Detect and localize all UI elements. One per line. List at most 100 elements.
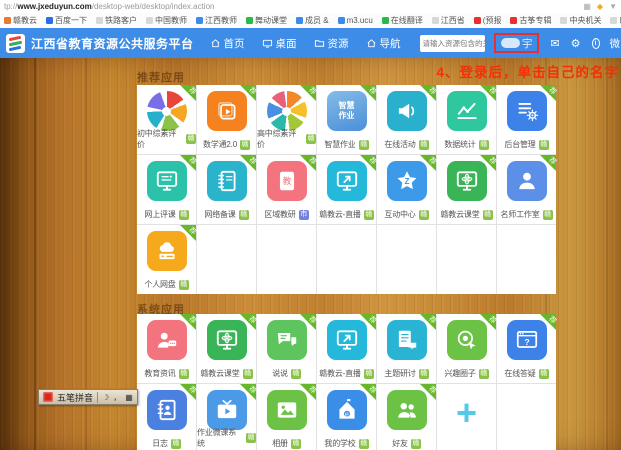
bookmark-item[interactable]: (预报 [474,15,502,26]
empty-cell [497,225,556,294]
bookmark-item[interactable]: 舞动课堂 [246,15,287,26]
search-input[interactable] [420,36,485,51]
scope-badge: 赣 [483,210,493,220]
bookmark-item[interactable]: 江西教师 [196,15,237,26]
app-tile-相册[interactable]: 荐相册赣 [257,384,316,450]
bookmark-item[interactable]: 中央机关 [560,15,601,26]
app-tile-赣教云课堂[interactable]: 荐赣教云课堂赣 [197,314,256,383]
bookmark-favicon-icon [610,17,617,24]
app-tile-名师工作室[interactable]: 荐名师工作室赣 [497,155,556,224]
app-tile-教育资讯[interactable]: 荐教育资讯赣 [137,314,196,383]
app-tile-日志[interactable]: 荐日志赣 [137,384,196,450]
app-tile-说说[interactable]: 荐说说赣 [257,314,316,383]
scope-badge: 市 [299,210,309,220]
app-tile-赣教云-直播[interactable]: 荐赣教云-直播赣 [317,155,376,224]
app-tile-个人网盘[interactable]: 荐个人网盘赣 [137,225,196,294]
ime-logo-icon[interactable] [43,392,53,402]
app-tile-高中综素评价[interactable]: 荐高中综素评价赣 [257,85,316,154]
recommend-ribbon: 荐 [180,314,196,330]
flash-icon[interactable]: ◆ [597,2,603,11]
scope-badge: 赣 [186,134,196,144]
app-tile-数据统计[interactable]: 荐数据统计赣 [437,85,496,154]
user-name-button[interactable]: 宇 [494,33,540,53]
recommend-ribbon: 荐 [360,85,376,101]
wood-seam [34,58,36,450]
recommend-ribbon: 荐 [300,384,316,400]
bookmark-item[interactable]: 江西省 [432,15,465,26]
scope-badge: 赣 [359,439,369,449]
app-tile-智慧作业[interactable]: 荐智慧作业智慧作业赣 [317,85,376,154]
nav-home[interactable]: 首页 [210,36,245,51]
ime-mode-label[interactable]: 五笔拼音 [57,391,93,404]
bookmark-item[interactable]: m3.ucu [338,16,373,25]
app-label: 网络备课赣 [197,209,256,220]
add-app-button[interactable]: + [437,384,496,450]
app-tile-互动中心[interactable]: 荐Z互动中心赣 [377,155,436,224]
plus-icon: + [437,390,496,436]
recommend-ribbon: 荐 [240,155,256,171]
platform-header: 江西省教育资源公共服务平台 首页 桌面 资源 导航 宇 ✉ ⚙ [0,28,621,58]
app-tile-网络备课[interactable]: 荐网络备课赣 [197,155,256,224]
bookmark-item[interactable]: 古筝专辑 [510,15,551,26]
app-tile-在线活动[interactable]: 荐在线活动赣 [377,85,436,154]
dropdown-chevron-icon[interactable]: ▼ [609,2,617,11]
bookmark-item[interactable]: 百度一下 [46,15,87,26]
recommend-ribbon: 荐 [480,85,496,101]
pinwheel-junior-icon [147,91,187,131]
info-icon[interactable]: i [592,38,600,49]
platform-logo-icon [6,34,25,53]
bookmarks-bar[interactable]: 赣教云百度一下铁路客户中国教师江西教师舞动课堂成员 & m3.ucu 在线翻译江西省… [0,13,621,28]
app-tile-兴趣圈子[interactable]: 荐兴趣圈子赣 [437,314,496,383]
app-label: 兴趣圈子赣 [437,368,496,379]
scope-badge: 赣 [539,369,549,379]
gear-icon[interactable]: ⚙ [571,37,581,50]
ime-halfwidth-icon[interactable]: ☽ [102,393,109,402]
folder-icon [314,38,325,49]
recommend-ribbon: 荐 [540,85,556,101]
bookmark-favicon-icon [338,17,345,24]
bookmark-item[interactable]: 中国教师 [146,15,187,26]
nav-navigation[interactable]: 导航 [366,36,401,51]
recommend-ribbon: 荐 [480,155,496,171]
app-tile-作业微课系统[interactable]: 荐作业微课系统赣 [197,384,256,450]
scope-badge: 赣 [291,439,301,449]
app-tile-后台管理[interactable]: 荐后台管理赣 [497,85,556,154]
app-label: 相册赣 [257,438,316,449]
ime-keyboard-icon[interactable]: ▦ [125,393,133,402]
bookmark-favicon-icon [46,17,53,24]
desktop-icon [262,38,273,49]
ime-punctuation-icon[interactable]: ， [113,392,121,403]
bookmark-item[interactable]: 铁路客户 [96,15,137,26]
app-tile-在线答疑[interactable]: 荐?在线答疑赣 [497,314,556,383]
app-tile-我的学校[interactable]: 荐e我的学校赣 [317,384,376,450]
ime-toolbar[interactable]: 五笔拼音 ☽ ， ▦ [38,389,138,405]
app-tile-区域教研[interactable]: 荐教区域教研市 [257,155,316,224]
tutorial-step-annotation: 4、登录后，单击自己的名字 [436,61,619,81]
nav-desktop[interactable]: 桌面 [262,36,297,51]
app-label: 作业微课系统赣 [197,427,256,449]
app-tile-主题研讨[interactable]: 荐主题研讨赣 [377,314,436,383]
bookmark-favicon-icon [146,17,153,24]
browser-url-bar[interactable]: tp://www.jxeduyun.com/desktop-web/deskto… [0,0,621,13]
mail-icon[interactable]: ✉ [550,37,559,50]
share-edge-label[interactable]: 微 [610,36,621,51]
app-tile-网上评课[interactable]: 荐网上评课赣 [137,155,196,224]
bookmark-item[interactable]: 时空穿梭 [610,15,621,26]
bookmark-item[interactable]: 在线翻译 [382,15,423,26]
app-tile-初中综素评价[interactable]: 荐初中综素评价赣 [137,85,196,154]
bookmark-favicon-icon [196,17,203,24]
app-tile-数学通2.0[interactable]: 荐数学通2.0赣 [197,85,256,154]
app-tile-好友[interactable]: 荐好友赣 [377,384,436,450]
svg-text:教: 教 [282,175,291,186]
app-tile-赣教云-直播[interactable]: 荐赣教云-直播赣 [317,314,376,383]
bookmark-item[interactable]: 赣教云 [4,15,37,26]
app-label: 赣教云-直播赣 [317,209,376,220]
app-label: 我的学校赣 [317,438,376,449]
extensions-icon[interactable]: ▦ [583,2,591,11]
nav-resources[interactable]: 资源 [314,36,349,51]
empty-cell [197,225,256,294]
app-tile-赣教云课堂[interactable]: 荐赣教云课堂赣 [437,155,496,224]
app-label: 初中综素评价赣 [137,128,196,150]
recommend-ribbon: 荐 [240,314,256,330]
bookmark-item[interactable]: 成员 & [296,15,329,26]
